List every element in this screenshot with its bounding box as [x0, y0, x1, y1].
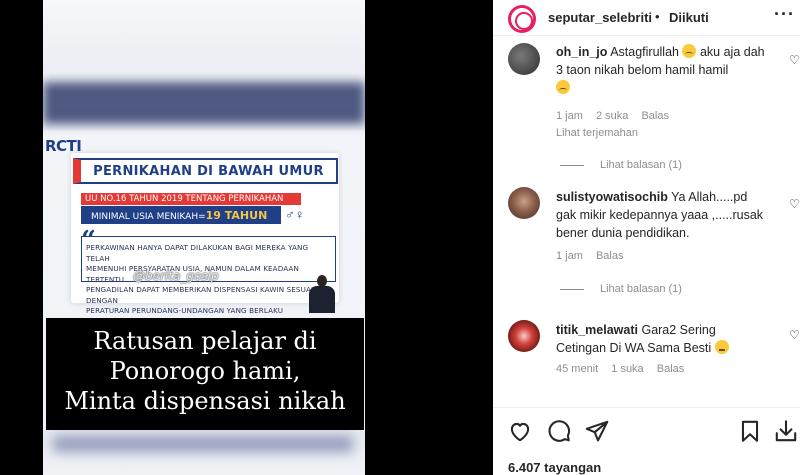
account-username[interactable]: seputar_selebriti: [548, 10, 652, 25]
view-replies-button[interactable]: Lihat balasan (1): [560, 159, 682, 171]
caption-line: Ponorogo hami,: [109, 357, 301, 385]
watermark: @berita_gosip: [133, 269, 219, 283]
video-caption: Ratusan pelajar di Ponorogo hami, Minta …: [46, 318, 364, 430]
info-card-title: PERNIKAHAN DI BAWAH UMUR: [73, 158, 338, 184]
reply-button[interactable]: Balas: [596, 250, 624, 262]
reply-button[interactable]: Balas: [657, 363, 685, 375]
caption-line: Minta dispensasi nikah: [64, 387, 346, 415]
comment-username[interactable]: titik_melawati: [556, 323, 638, 337]
view-replies-button[interactable]: Lihat balasan (1): [560, 283, 682, 295]
min-age-label-text: MINIMAL USIA MENIKAH=: [91, 212, 206, 222]
sad-face-icon: [556, 80, 570, 94]
post-header: seputar_selebriti • Diikuti ···: [493, 0, 800, 36]
eye-roll-face-icon: [714, 340, 729, 354]
avatar[interactable]: [508, 43, 540, 75]
comment-meta: 1 jam Balas: [556, 250, 634, 262]
share-icon[interactable]: [584, 418, 610, 444]
comments-list[interactable]: oh_in_jo Astagfirullah aku aja dah 3 tao…: [493, 37, 800, 407]
view-count: 6.407 tayangan: [508, 460, 602, 475]
quote-line: PERATURAN PERUNDANG-UNDANGAN YANG BERLAK…: [86, 306, 284, 315]
separator-dot: •: [655, 9, 660, 24]
like-comment-icon[interactable]: ♡: [789, 197, 800, 211]
translate-button[interactable]: Lihat terjemahan: [556, 127, 638, 139]
reply-button[interactable]: Balas: [641, 110, 669, 122]
like-comment-icon[interactable]: ♡: [789, 53, 800, 67]
caption-line: Ratusan pelajar di: [93, 327, 317, 355]
comment-likes[interactable]: 1 suka: [611, 363, 643, 375]
presenter-figure: [309, 275, 335, 313]
comment-time: 1 jam: [556, 110, 583, 122]
min-age-label: MINIMAL USIA MENIKAH=19 TAHUN: [81, 209, 268, 222]
account-avatar[interactable]: [508, 5, 536, 33]
sad-face-icon: [682, 44, 697, 58]
comment-text: titik_melawati Gara2 Sering Cetingan Di …: [556, 321, 766, 357]
download-icon[interactable]: [773, 418, 799, 444]
comment-time: 1 jam: [556, 250, 583, 262]
blurred-banner: [43, 82, 365, 124]
following-button[interactable]: Diikuti: [669, 10, 709, 25]
comment-text: sulistyowatisochib Ya Allah.....pd gak m…: [556, 188, 766, 242]
comment-username[interactable]: oh_in_jo: [556, 45, 607, 59]
law-reference-text: UU NO.16 TAHUN 2019 TENTANG PERNIKAHAN: [85, 194, 284, 204]
blurred-bottom: [43, 430, 365, 475]
post-panel: seputar_selebriti • Diikuti ··· oh_in_jo…: [493, 0, 800, 475]
info-card-title-text: PERNIKAHAN DI BAWAH UMUR: [93, 163, 324, 179]
quote-line: PENGADILAN DAPAT MEMBERIKAN DISPENSASI K…: [86, 285, 314, 305]
comment-meta: 45 menit 1 suka Balas: [556, 363, 694, 375]
couple-icon: ♂♀: [285, 207, 305, 222]
heart-icon[interactable]: [507, 418, 533, 444]
divider: [493, 407, 800, 408]
min-age-value: 19 TAHUN: [205, 209, 268, 222]
comment-icon[interactable]: [546, 418, 572, 444]
comment-username[interactable]: sulistyowatisochib: [556, 190, 668, 204]
comment-likes[interactable]: 2 suka: [596, 110, 628, 122]
bookmark-icon[interactable]: [737, 418, 763, 444]
media-viewer: RCTI PERNIKAHAN DI BAWAH UMUR UU NO.16 T…: [0, 0, 493, 475]
min-age-box: MINIMAL USIA MENIKAH=19 TAHUN: [81, 206, 281, 224]
post-actions: [493, 418, 800, 448]
law-reference: UU NO.16 TAHUN 2019 TENTANG PERNIKAHAN: [81, 193, 301, 205]
comment-meta: 1 jam 2 suka Balas: [556, 110, 679, 122]
like-comment-icon[interactable]: ♡: [789, 328, 800, 342]
more-options-icon[interactable]: ···: [774, 4, 795, 25]
comment-body: Astagfirullah: [610, 45, 679, 59]
quote-line: PERKAWINAN HANYA DAPAT DILAKUKAN BAGI ME…: [86, 243, 309, 263]
comment-time: 45 menit: [556, 363, 599, 375]
avatar[interactable]: [508, 187, 540, 219]
comment-text: oh_in_jo Astagfirullah aku aja dah 3 tao…: [556, 43, 766, 97]
avatar[interactable]: [508, 320, 540, 352]
